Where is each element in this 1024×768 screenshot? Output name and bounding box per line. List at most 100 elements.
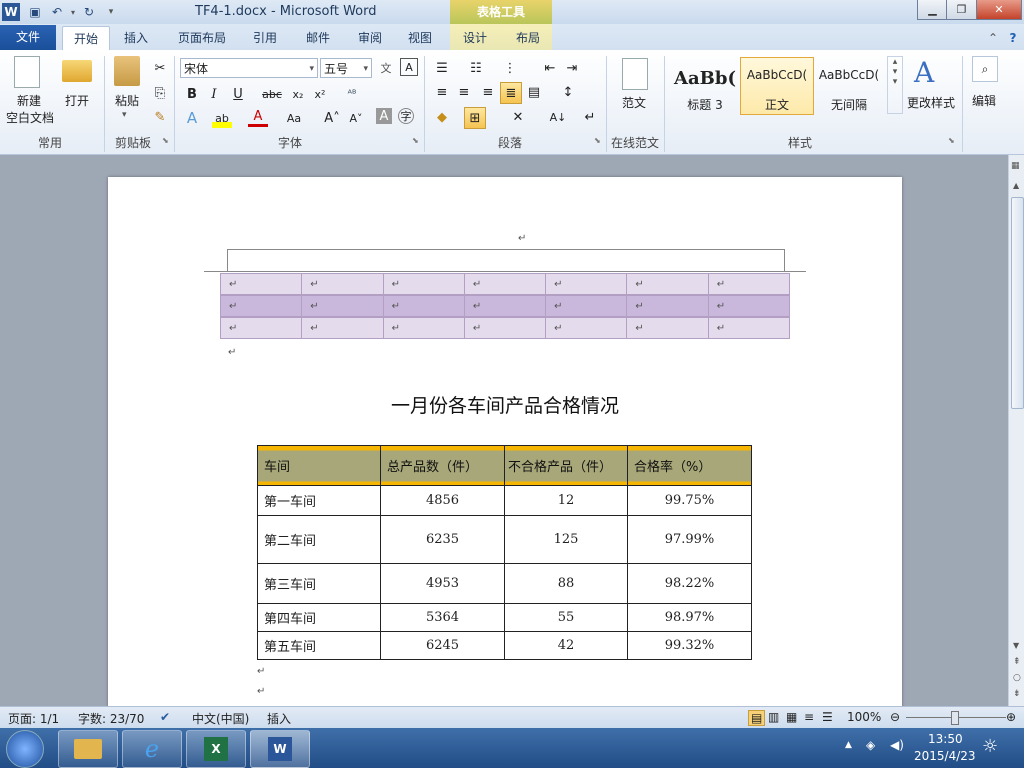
tab-file[interactable]: 文件 — [0, 25, 56, 50]
empty-table-cell[interactable]: ↵ — [545, 273, 628, 295]
insert-mode-indicator[interactable]: 插入 — [267, 710, 291, 727]
font-name-combo[interactable]: 宋体 ▾ — [180, 58, 318, 78]
copy-icon[interactable]: ⎘ — [150, 83, 170, 103]
chinese-layout-icon[interactable]: ✕ — [508, 107, 528, 127]
empty-table-cell[interactable]: ↵ — [382, 317, 465, 339]
taskbar-ie-button[interactable]: e — [122, 730, 182, 768]
distributed-icon[interactable]: ▤ — [524, 82, 544, 102]
workshop-cell[interactable]: 第三车间 — [257, 563, 381, 604]
styles-launcher-icon[interactable]: ⬊ — [948, 136, 955, 145]
clock-time[interactable]: 13:50 — [928, 732, 963, 746]
defect-cell[interactable]: 55 — [504, 603, 628, 632]
empty-table-cell[interactable]: ↵ — [626, 317, 709, 339]
workshop-cell[interactable]: 第五车间 — [257, 631, 381, 660]
word-app-icon[interactable]: W — [2, 3, 20, 21]
redo-icon[interactable]: ↻ — [80, 3, 98, 21]
rate-cell[interactable]: 97.99% — [627, 515, 752, 564]
empty-table-cell[interactable]: ↵ — [545, 295, 628, 317]
empty-table-cell[interactable]: ↵ — [707, 295, 790, 317]
empty-table-cell[interactable]: ↵ — [382, 295, 465, 317]
bullets-icon[interactable]: ☰ — [432, 58, 452, 78]
workshop-cell[interactable]: 第二车间 — [257, 515, 381, 564]
header-cell[interactable]: 车间 — [257, 445, 381, 486]
text-effects-icon[interactable]: A — [182, 108, 202, 128]
close-button[interactable]: ✕ — [976, 0, 1022, 20]
scroll-up-icon[interactable]: ▲ — [1013, 181, 1019, 190]
taskbar-word-button[interactable]: W — [250, 730, 310, 768]
empty-table-cell[interactable]: ↵ — [545, 317, 628, 339]
language-indicator[interactable]: 中文(中国) — [192, 710, 249, 727]
zoom-level[interactable]: 100% — [847, 710, 881, 724]
header-cell[interactable]: 总产品数（件） — [380, 445, 505, 486]
bold-icon[interactable]: B — [182, 84, 202, 104]
style-heading3[interactable]: AaBb( 标题 3 — [668, 57, 742, 115]
font-color-icon[interactable]: A — [248, 108, 268, 127]
customize-toolbar-icon[interactable]: ▾ — [102, 3, 120, 21]
editing-button[interactable]: 编辑 — [966, 92, 1002, 109]
page-count[interactable]: 页面: 1/1 — [8, 710, 59, 727]
rate-cell[interactable]: 98.22% — [627, 563, 752, 604]
scroll-down-icon[interactable]: ▼ — [1013, 641, 1019, 650]
tab-references[interactable]: 引用 — [247, 26, 283, 50]
show-marks-icon[interactable]: ↵ — [580, 107, 600, 127]
zoom-slider-thumb[interactable] — [951, 711, 959, 725]
empty-table-cell[interactable]: ↵ — [301, 317, 384, 339]
tab-design[interactable]: 设计 — [457, 26, 493, 50]
clear-formatting-icon[interactable]: ᴬᴮ — [342, 84, 362, 104]
enclose-characters-icon[interactable]: 字 — [398, 108, 414, 124]
empty-table-cell[interactable]: ↵ — [301, 295, 384, 317]
total-cell[interactable]: 4856 — [380, 485, 505, 516]
tab-review[interactable]: 审阅 — [352, 26, 388, 50]
network-icon[interactable]: ◈ — [866, 738, 875, 752]
header-cell[interactable]: 不合格产品（件） — [504, 445, 628, 486]
change-styles-button[interactable]: 更改样式 — [904, 94, 958, 111]
empty-table-cell[interactable]: ↵ — [626, 295, 709, 317]
volume-icon[interactable]: ◀) — [890, 738, 904, 752]
browse-object-icon[interactable]: ○ — [1013, 673, 1021, 683]
grow-font-icon[interactable]: A˄ — [322, 108, 342, 128]
shading-icon[interactable]: ◆ — [432, 107, 452, 127]
ruler-toggle-icon[interactable]: ▦ — [1011, 161, 1020, 171]
empty-table-cell[interactable]: ↵ — [626, 273, 709, 295]
rate-cell[interactable]: 98.97% — [627, 603, 752, 632]
defect-cell[interactable]: 125 — [504, 515, 628, 564]
empty-table-cell[interactable]: ↵ — [707, 317, 790, 339]
cut-icon[interactable]: ✂ — [150, 58, 170, 78]
quality-table[interactable]: 车间 总产品数（件） 不合格产品（件） 合格率（%） 第一车间 4856 12 … — [257, 445, 752, 660]
line-spacing-icon[interactable]: ↕ — [558, 82, 578, 102]
minimize-button[interactable]: ▁ — [917, 0, 948, 20]
superscript-icon[interactable]: x² — [310, 84, 330, 104]
scroll-thumb[interactable] — [1011, 197, 1024, 409]
weather-gadget-icon[interactable]: ☼ — [982, 736, 998, 757]
minimize-ribbon-icon[interactable]: ⌃ — [984, 26, 1002, 50]
multilevel-list-icon[interactable]: ⋮ — [500, 58, 520, 78]
empty-table-cell[interactable]: ↵ — [463, 317, 547, 339]
tab-view[interactable]: 视图 — [402, 26, 438, 50]
tab-page-layout[interactable]: 页面布局 — [172, 26, 232, 50]
justify-icon[interactable]: ≣ — [500, 82, 522, 104]
empty-table-cell[interactable]: ↵ — [301, 273, 384, 295]
full-screen-reading-icon[interactable]: ▥ — [768, 710, 779, 724]
tab-home[interactable]: 开始 — [62, 26, 110, 51]
tab-mailings[interactable]: 邮件 — [300, 26, 336, 50]
zoom-out-icon[interactable]: ⊖ — [890, 710, 900, 724]
format-painter-icon[interactable]: ✎ — [150, 107, 170, 127]
subscript-icon[interactable]: x₂ — [288, 84, 308, 104]
sample-button[interactable]: 范文 — [618, 94, 650, 111]
proofing-icon[interactable]: ✔ — [160, 710, 170, 724]
align-center-icon[interactable]: ≡ — [454, 82, 474, 102]
paragraph-launcher-icon[interactable]: ⬊ — [594, 136, 601, 145]
style-no-spacing[interactable]: AaBbCcD( 无间隔 — [812, 57, 886, 115]
help-icon[interactable]: ? — [1004, 26, 1022, 50]
workshop-cell[interactable]: 第四车间 — [257, 603, 381, 632]
total-cell[interactable]: 4953 — [380, 563, 505, 604]
total-cell[interactable]: 6235 — [380, 515, 505, 564]
align-right-icon[interactable]: ≡ — [478, 82, 498, 102]
web-layout-icon[interactable]: ▦ — [786, 710, 797, 724]
numbering-icon[interactable]: ☷ — [466, 58, 486, 78]
empty-table-cell[interactable]: ↵ — [707, 273, 790, 295]
character-shading-icon[interactable]: A — [376, 108, 392, 124]
underline-icon[interactable]: U — [228, 84, 248, 104]
taskbar-excel-button[interactable]: X — [186, 730, 246, 768]
header-cell[interactable]: 合格率（%） — [627, 445, 752, 486]
